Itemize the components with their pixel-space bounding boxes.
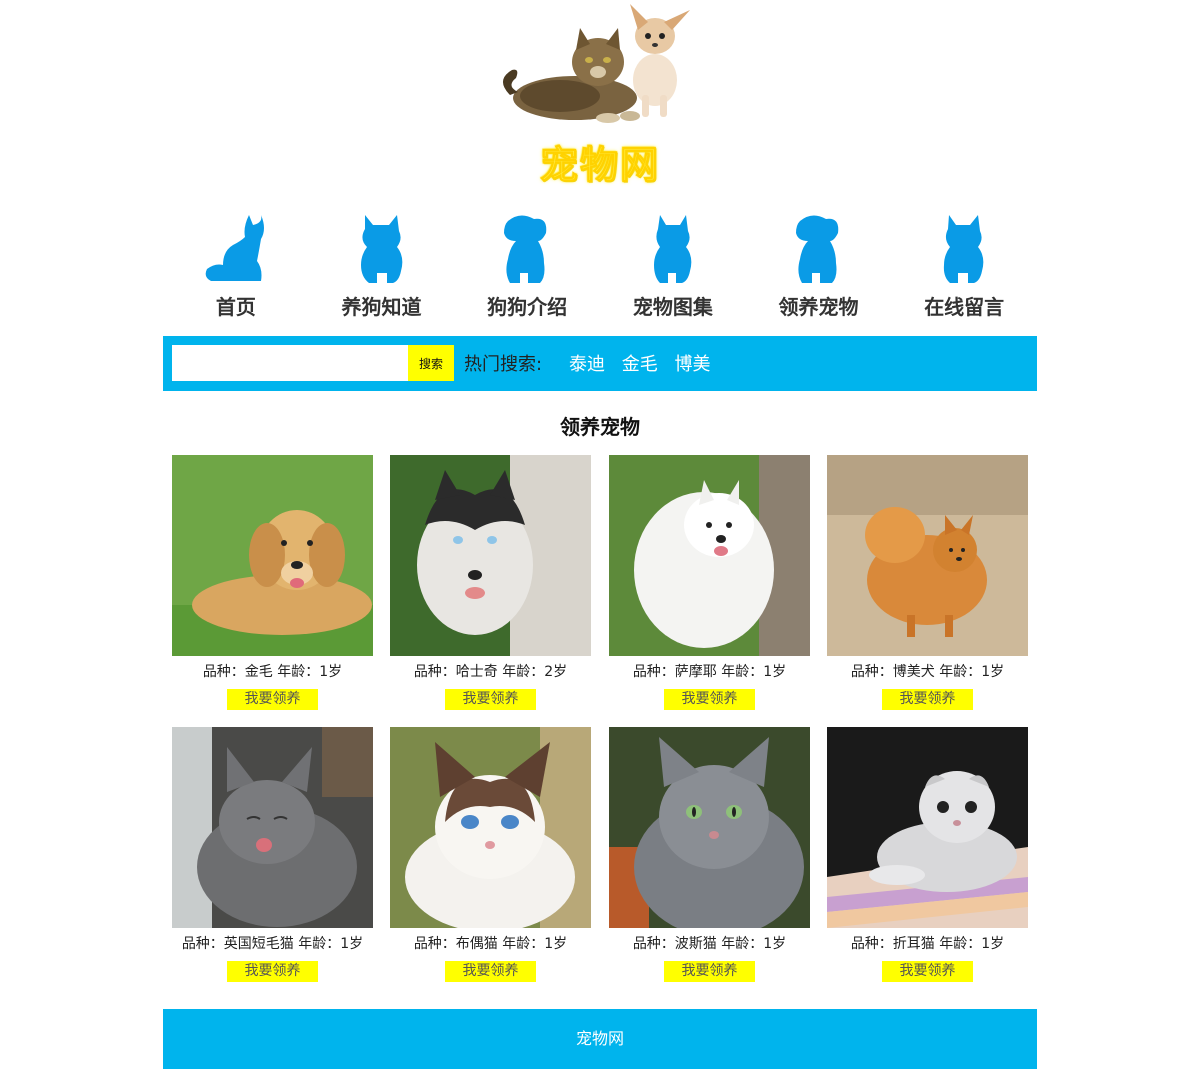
hot-link-pomeranian[interactable]: 博美	[674, 354, 710, 375]
nav-item-guestbook[interactable]: 在线留言	[891, 205, 1037, 325]
nav-item-dog-knowledge[interactable]: 养狗知道	[309, 205, 455, 325]
adopt-button[interactable]: 我要领养	[445, 961, 536, 982]
nav-label-home: 首页	[215, 295, 256, 319]
pet-card: 品种：布偶猫 年龄：1岁 我要领养	[390, 727, 591, 982]
search-bar: 搜索 热门搜索: 泰迪 金毛 博美	[163, 336, 1037, 391]
cat-silhouette-icon	[205, 215, 264, 281]
kitten-silhouette-icon	[653, 215, 692, 283]
hot-search-label: 热门搜索:	[464, 354, 543, 375]
footer: 宠物网	[163, 1009, 1037, 1069]
hot-search-links: 泰迪 金毛 博美	[569, 350, 721, 376]
search-button[interactable]: 搜索	[408, 345, 454, 381]
nav-label-adopt-pet: 领养宠物	[778, 295, 859, 319]
page: 宠物网 首页 养狗知道 狗狗介绍 宠物图集 领养宠物 在线留言 搜索 热门搜索:…	[0, 0, 1200, 1069]
pomeranian-photo	[827, 455, 1028, 656]
site-title: 宠物网	[539, 143, 660, 188]
cat-and-dog-logo	[502, 4, 690, 123]
puppy-silhouette-icon	[504, 215, 547, 283]
pet-info: 品种：博美犬 年龄：1岁	[850, 664, 1005, 680]
pet-card: 品种：哈士奇 年龄：2岁 我要领养	[390, 455, 591, 710]
section-title: 领养宠物	[560, 415, 640, 439]
samoyed-photo	[609, 455, 810, 656]
nav-label-guestbook: 在线留言	[924, 295, 1005, 319]
pet-card: 品种：英国短毛猫 年龄：1岁 我要领养	[172, 727, 373, 982]
hot-link-golden[interactable]: 金毛	[622, 354, 658, 375]
golden-retriever-photo	[172, 455, 373, 656]
pet-info: 品种：布偶猫 年龄：1岁	[413, 936, 568, 952]
pet-card: 品种：金毛 年龄：1岁 我要领养	[172, 455, 373, 710]
pet-card: 品种：折耳猫 年龄：1岁 我要领养	[827, 727, 1028, 982]
husky-photo	[390, 455, 591, 656]
nav-item-pet-gallery[interactable]: 宠物图集	[600, 205, 746, 325]
pet-card: 品种：萨摩耶 年龄：1岁 我要领养	[609, 455, 810, 710]
adopt-button[interactable]: 我要领养	[664, 689, 755, 710]
nav-item-dog-intro[interactable]: 狗狗介绍	[454, 205, 600, 325]
adopt-button[interactable]: 我要领养	[227, 961, 318, 982]
pet-card: 品种：博美犬 年龄：1岁 我要领养	[827, 455, 1028, 710]
hot-link-teddy[interactable]: 泰迪	[569, 354, 605, 375]
pet-info: 品种：折耳猫 年龄：1岁	[850, 936, 1005, 952]
pet-info: 品种：哈士奇 年龄：2岁	[413, 664, 568, 680]
pet-card: 品种：波斯猫 年龄：1岁 我要领养	[609, 727, 810, 982]
kitten-silhouette-icon	[944, 215, 984, 283]
nav-label-dog-intro: 狗狗介绍	[487, 295, 568, 319]
pet-info: 品种：金毛 年龄：1岁	[202, 664, 343, 680]
adopt-button[interactable]: 我要领养	[445, 689, 536, 710]
adopt-button[interactable]: 我要领养	[882, 961, 973, 982]
adopt-button[interactable]: 我要领养	[664, 961, 755, 982]
persian-cat-photo	[609, 727, 810, 928]
kitten-silhouette-icon	[360, 215, 402, 283]
search-input[interactable]	[172, 345, 408, 381]
adopt-button[interactable]: 我要领养	[227, 689, 318, 710]
pet-info: 品种：波斯猫 年龄：1岁	[632, 936, 787, 952]
scottish-fold-photo	[827, 727, 1028, 928]
nav-item-home[interactable]: 首页	[163, 205, 309, 325]
nav-label-pet-gallery: 宠物图集	[632, 295, 713, 319]
adopt-button[interactable]: 我要领养	[882, 689, 973, 710]
nav-label-dog-knowledge: 养狗知道	[341, 295, 422, 319]
puppy-silhouette-icon	[795, 215, 838, 283]
pet-info: 品种：英国短毛猫 年龄：1岁	[181, 936, 364, 952]
nav-item-adopt-pet[interactable]: 领养宠物	[746, 205, 892, 325]
british-shorthair-photo	[172, 727, 373, 928]
main-nav: 首页 养狗知道 狗狗介绍 宠物图集 领养宠物 在线留言	[163, 205, 1037, 325]
pet-info: 品种：萨摩耶 年龄：1岁	[632, 664, 787, 680]
ragdoll-photo	[390, 727, 591, 928]
